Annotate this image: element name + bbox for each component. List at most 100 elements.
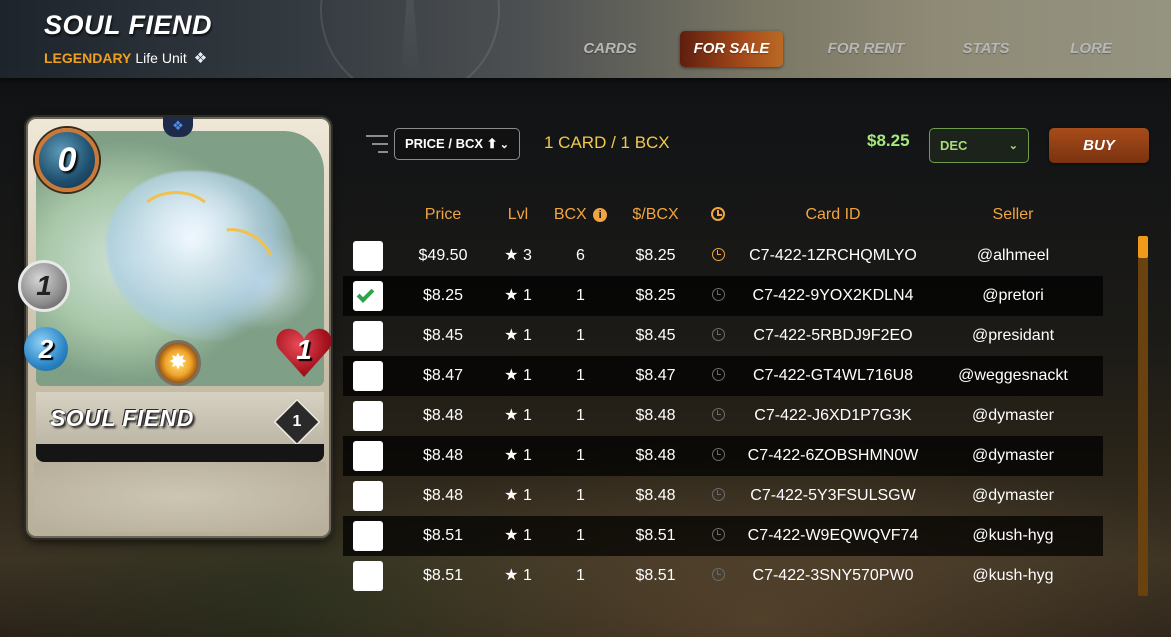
cell-price: $8.47 [422,367,464,384]
cell-seller[interactable]: @dymaster [933,436,1093,476]
rarity-label: LEGENDARY [44,50,132,66]
column-header-seller[interactable]: Seller [933,203,1093,229]
card-level: 1 [292,413,302,430]
cell-level: ★ 1 [504,367,532,384]
cell-card-id[interactable]: C7-422-W9EQWQVF74 [743,516,923,556]
cell-seller[interactable]: @pretori [933,276,1093,316]
cell-card-id[interactable]: C7-422-1ZRCHQMLYO [743,236,923,276]
cell-card-id[interactable]: C7-422-J6XD1P7G3K [743,396,923,436]
column-header-level[interactable]: Lvl [493,203,543,229]
row-checkbox[interactable] [353,281,383,311]
cell-time [703,476,733,516]
speed-stat: 2 [24,327,68,371]
row-checkbox[interactable] [353,241,383,271]
card-bottom-panel [34,462,326,532]
row-checkbox[interactable] [353,361,383,391]
cell-card-id[interactable]: C7-422-6ZOBSHMN0W [743,436,923,476]
table-row[interactable]: $8.47 ★ 1 1 $8.47 C7-422-GT4WL716U8 @weg… [343,356,1103,396]
cell-price: $8.51 [422,567,464,584]
cell-card-id[interactable]: C7-422-9YOX2KDLN4 [743,276,923,316]
row-checkbox[interactable] [353,521,383,551]
cell-price: $8.48 [422,407,464,424]
cell-price: $8.45 [422,327,464,344]
cell-time [703,556,733,596]
cell-bcx: 1 [576,407,585,424]
cell-level: ★ 1 [504,287,532,304]
row-checkbox[interactable] [353,481,383,511]
column-header-per-bcx[interactable]: $/BCX [618,203,693,229]
total-price: $8.25 [867,131,910,150]
chevron-down-icon: ⌄ [1008,140,1018,152]
sort-select[interactable]: PRICE / BCX ⬆ ⌄ [394,128,520,160]
cell-per-bcx: $8.25 [635,247,676,264]
cell-seller[interactable]: @presidant [933,316,1093,356]
cell-per-bcx: $8.45 [635,327,676,344]
gold-swirl-decoration [136,191,216,251]
row-checkbox[interactable] [353,401,383,431]
table-row[interactable]: $8.51 ★ 1 1 $8.51 C7-422-3SNY570PW0 @kus… [343,556,1103,596]
clock-icon [711,288,725,301]
buy-button[interactable]: BUY [1049,128,1149,163]
table-row[interactable]: $8.48 ★ 1 1 $8.48 C7-422-6ZOBSHMN0W @dym… [343,436,1103,476]
table-row[interactable]: $8.51 ★ 1 1 $8.51 C7-422-W9EQWQVF74 @kus… [343,516,1103,556]
cell-bcx: 1 [576,487,585,504]
sort-select-value: PRICE / BCX ⬆ [405,136,498,151]
table-row[interactable]: $8.48 ★ 1 1 $8.48 C7-422-J6XD1P7G3K @dym… [343,396,1103,436]
column-header-price[interactable]: Price [403,203,483,229]
scrollbar-track[interactable] [1138,236,1148,596]
top-bar: SOUL FIEND LEGENDARY Life Unit ❖ CARDS F… [0,0,1171,78]
life-element-icon: ❖ [193,50,208,67]
table-row[interactable]: $8.48 ★ 1 1 $8.48 C7-422-5Y3FSULSGW @dym… [343,476,1103,516]
cell-level: ★ 1 [504,527,532,544]
row-checkbox[interactable] [353,561,383,591]
clock-icon [711,328,725,341]
cell-per-bcx: $8.48 [635,447,676,464]
clock-icon [711,408,725,421]
currency-select-value: DEC [940,138,968,153]
cell-seller[interactable]: @weggesnackt [933,356,1093,396]
nav-tab-cards[interactable]: CARDS [560,31,660,67]
info-icon[interactable]: i [593,208,608,222]
edition-icon: ❖ [163,117,193,137]
table-row[interactable]: $8.25 ★ 1 1 $8.25 C7-422-9YOX2KDLN4 @pre… [343,276,1103,316]
cell-card-id[interactable]: C7-422-5RBDJ9F2EO [743,316,923,356]
cell-per-bcx: $8.48 [635,407,676,424]
cell-card-id[interactable]: C7-422-3SNY570PW0 [743,556,923,596]
cell-bcx: 1 [576,327,585,344]
filter-icon[interactable] [362,133,388,155]
cell-seller[interactable]: @kush-hyg [933,556,1093,596]
cell-seller[interactable]: @dymaster [933,396,1093,436]
selection-count: 1 CARD / 1 BCX [544,133,670,152]
cell-bcx: 1 [576,527,585,544]
table-row[interactable]: $8.45 ★ 1 1 $8.45 C7-422-5RBDJ9F2EO @pre… [343,316,1103,356]
nav-tab-lore[interactable]: LORE [1051,31,1131,67]
column-header-time[interactable] [703,203,733,229]
card-subtitle: LEGENDARY Life Unit ❖ [44,49,207,67]
column-header-bcx[interactable]: BCX i [548,203,613,229]
cell-seller[interactable]: @kush-hyg [933,516,1093,556]
cell-level: ★ 1 [504,567,532,584]
cell-level: ★ 3 [504,247,532,264]
cell-price: $8.48 [422,487,464,504]
cell-time [703,236,733,276]
nav-tab-for-rent[interactable]: FOR RENT [816,31,916,67]
cell-seller[interactable]: @dymaster [933,476,1093,516]
clock-icon [711,368,725,381]
column-header-card-id[interactable]: Card ID [753,203,913,229]
nav-tab-stats[interactable]: STATS [936,31,1036,67]
card-ability-bar [36,444,324,462]
nav-tab-for-sale[interactable]: FOR SALE [680,31,783,67]
cell-card-id[interactable]: C7-422-5Y3FSULSGW [743,476,923,516]
currency-select[interactable]: DEC ⌄ [929,128,1029,163]
card-name: SOUL FIEND [50,405,194,431]
cell-time [703,396,733,436]
cell-price: $8.51 [422,527,464,544]
row-checkbox[interactable] [353,321,383,351]
cell-card-id[interactable]: C7-422-GT4WL716U8 [743,356,923,396]
scrollbar-thumb[interactable] [1138,236,1148,258]
cell-bcx: 1 [576,447,585,464]
row-checkbox[interactable] [353,441,383,471]
cell-per-bcx: $8.25 [635,287,676,304]
cell-seller[interactable]: @alhmeel [933,236,1093,276]
table-row[interactable]: $49.50 ★ 3 6 $8.25 C7-422-1ZRCHQMLYO @al… [343,236,1103,276]
